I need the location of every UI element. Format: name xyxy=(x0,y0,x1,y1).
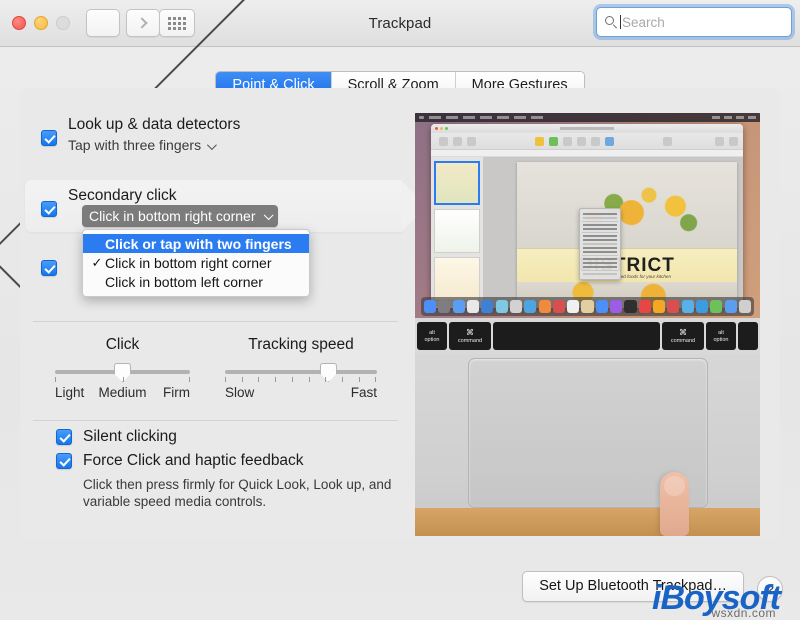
preview-desk-surface xyxy=(415,508,760,536)
bottom-options: Silent clicking Force Click and haptic f… xyxy=(56,428,416,510)
menu-item-bottom-left[interactable]: Click in bottom left corner xyxy=(83,272,309,291)
section-divider-1 xyxy=(33,321,398,322)
option-look-up-data-detectors[interactable]: Look up & data detectors Tap with three … xyxy=(41,116,240,153)
option-label: Silent clicking xyxy=(83,428,177,445)
option-silent-clicking[interactable]: Silent clicking xyxy=(56,428,416,446)
search-input[interactable]: Search xyxy=(596,7,792,37)
settings-column: Look up & data detectors Tap with three … xyxy=(20,88,427,540)
option-subtitle-label: Tap with three fingers xyxy=(68,137,202,153)
key-top-label: alt xyxy=(429,329,435,336)
slider-label: Tracking speed xyxy=(248,336,354,353)
slider-end-label: Slow xyxy=(225,385,255,400)
preview-finger xyxy=(660,472,689,536)
preview-keyboard-row: alt option ⌘ command ⌘ command alt optio… xyxy=(415,318,760,354)
trackpad-preferences-window: Trackpad Search Point & Click Scroll & Z… xyxy=(0,0,800,620)
search-icon xyxy=(605,16,617,29)
key-bottom-label: command xyxy=(457,338,483,344)
watermark-site: wsxdn.com xyxy=(711,606,776,620)
preview-menu-bar xyxy=(415,113,760,122)
preview-photo-citrus xyxy=(517,162,737,254)
checkbox-tap-to-click[interactable] xyxy=(41,260,57,276)
option-force-click[interactable]: Force Click and haptic feedback xyxy=(56,452,416,470)
preview-thumbnail xyxy=(434,161,480,205)
slider-end-labels-click: Light Medium Firm xyxy=(55,385,190,400)
secondary-click-popup-button[interactable]: Click in bottom right corner xyxy=(82,205,279,227)
menu-item-checkmark: ✓ xyxy=(91,254,103,270)
popup-button-label: Click in bottom right corner xyxy=(89,208,256,224)
key-top-label: ⌘ xyxy=(466,328,474,337)
chevron-down-icon xyxy=(207,140,217,151)
menu-item-two-fingers[interactable]: Click or tap with two fingers xyxy=(83,234,309,253)
slider-end-label: Medium xyxy=(98,385,147,400)
slider-click: Click Light Medium Firm xyxy=(55,336,190,400)
preview-key-option-left: alt option xyxy=(417,322,447,350)
preview-document-body: DISTRICT Home-style prepared foods for y… xyxy=(431,157,743,308)
preview-banner: DISTRICT Home-style prepared foods for y… xyxy=(517,248,737,282)
preview-pages-window: DISTRICT Home-style prepared foods for y… xyxy=(431,124,743,308)
menu-item-label: Click in bottom right corner xyxy=(105,254,272,271)
preview-desktop: DISTRICT Home-style prepared foods for y… xyxy=(415,113,760,318)
slider-ticks-click xyxy=(55,377,190,383)
menu-item-bottom-right[interactable]: ✓ Click in bottom right corner xyxy=(83,253,309,272)
slider-track-click[interactable] xyxy=(55,363,190,382)
help-button[interactable]: ? xyxy=(757,576,783,602)
secondary-click-dropdown-menu: Click or tap with two fingers ✓ Click in… xyxy=(82,229,310,297)
preview-page: DISTRICT Home-style prepared foods for y… xyxy=(517,162,737,308)
slider-track-tracking-speed[interactable] xyxy=(225,363,377,382)
text-caret xyxy=(620,15,621,29)
preview-key-option-right: alt option xyxy=(706,322,736,350)
preview-thumbnail xyxy=(434,257,480,301)
preview-key-arrow xyxy=(738,322,758,350)
preview-window-titlebar xyxy=(431,124,743,133)
slider-end-label: Light xyxy=(55,385,85,400)
preview-page-thumbnails xyxy=(431,157,483,308)
key-bottom-label: option xyxy=(424,336,440,343)
section-divider-2 xyxy=(33,420,398,421)
menu-item-label: Click or tap with two fingers xyxy=(105,235,292,252)
option-label: Force Click and haptic feedback xyxy=(83,452,304,469)
checkbox-silent-clicking[interactable] xyxy=(56,429,72,445)
preview-format-bar xyxy=(431,150,743,157)
preview-toolbar xyxy=(431,133,743,150)
slider-tracking-speed: Tracking speed Slow Fast xyxy=(225,336,377,400)
preview-thumbnail xyxy=(434,209,480,253)
option-subtitle-popup[interactable]: Tap with three fingers xyxy=(68,137,240,153)
search-container: Search xyxy=(596,7,792,37)
force-click-help-text: Click then press firmly for Quick Look, … xyxy=(83,477,392,509)
slider-ticks-tracking-speed xyxy=(225,377,377,383)
option-title: Look up & data detectors xyxy=(68,116,241,133)
slider-end-label: Fast xyxy=(350,385,377,400)
set-up-bluetooth-trackpad-button[interactable]: Set Up Bluetooth Trackpad… xyxy=(522,571,744,602)
content-panel: Look up & data detectors Tap with three … xyxy=(20,88,780,540)
checkbox-force-click[interactable] xyxy=(56,453,72,469)
slider-end-label: Firm xyxy=(163,385,191,400)
checkbox-look-up-data-detectors[interactable] xyxy=(41,130,57,146)
preview-banner-subtitle: Home-style prepared foods for your kitch… xyxy=(582,274,672,279)
preview-key-command-right: ⌘ command xyxy=(662,322,704,350)
option-tap-to-click[interactable] xyxy=(41,258,57,276)
slider-label: Click xyxy=(105,336,140,353)
key-bottom-label: command xyxy=(670,338,696,344)
chevron-down-icon xyxy=(263,209,273,220)
key-top-label: ⌘ xyxy=(679,328,687,337)
preview-dock xyxy=(421,297,754,316)
checkbox-secondary-click[interactable] xyxy=(41,201,57,217)
menu-item-label: Click in bottom left corner xyxy=(105,273,263,290)
gesture-preview-video: DISTRICT Home-style prepared foods for y… xyxy=(415,113,760,536)
preview-key-space xyxy=(493,322,660,350)
option-title: Secondary click xyxy=(68,187,177,204)
window-titlebar: Trackpad Search xyxy=(0,0,800,535)
preview-canvas: DISTRICT Home-style prepared foods for y… xyxy=(483,157,743,308)
search-placeholder: Search xyxy=(622,14,665,30)
key-bottom-label: option xyxy=(713,336,729,343)
preview-laptop-base xyxy=(415,354,760,536)
preview-context-menu xyxy=(579,208,621,280)
slider-end-labels-tracking-speed: Slow Fast xyxy=(225,385,377,400)
key-top-label: alt xyxy=(718,329,724,336)
preview-key-command-left: ⌘ command xyxy=(449,322,491,350)
